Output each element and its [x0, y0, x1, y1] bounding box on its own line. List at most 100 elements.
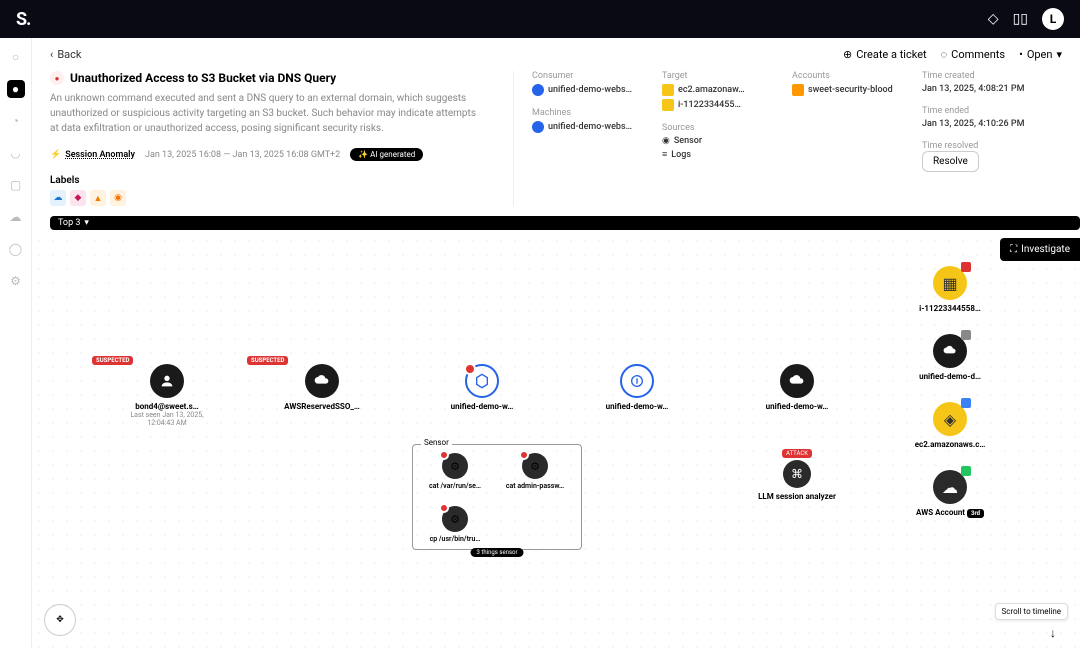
mini-icon: [961, 330, 971, 340]
consumer-label: Consumer: [532, 71, 642, 81]
sidebar-cloud-icon[interactable]: ☁: [7, 208, 25, 226]
graph-node-llm[interactable]: ATTACK ⌘ LLM session analyzer: [752, 449, 842, 501]
expand-icon: ⛶: [1010, 244, 1017, 255]
sidebar-issues-icon[interactable]: ●: [7, 80, 25, 98]
avatar[interactable]: L: [1042, 8, 1064, 30]
investigate-button[interactable]: ⛶ Investigate: [1000, 238, 1080, 261]
scroll-down-icon[interactable]: ↓: [1050, 626, 1056, 640]
sensor-footer-pill[interactable]: 3 things sensor: [471, 548, 524, 557]
label-icon-4[interactable]: ◉: [110, 190, 126, 206]
graph-canvas[interactable]: ⛶ Investigate SUSPECTED bond4@sweet.s…: [32, 234, 1080, 648]
sensor-cmd-label: cat /var/run/se…: [429, 482, 481, 490]
accounts-value[interactable]: sweet-security-blood: [792, 84, 902, 96]
machines-value[interactable]: unified-demo-webs…: [532, 121, 642, 133]
create-ticket-label: Create a ticket: [856, 48, 926, 61]
alert-dot-icon: [439, 503, 449, 513]
graph-node-pod[interactable]: unified-demo-d…: [905, 334, 995, 381]
comments-button[interactable]: ◌ Comments: [941, 48, 1005, 61]
label-icon-3[interactable]: ▲: [90, 190, 106, 206]
label-icon-1[interactable]: ☁: [50, 190, 66, 206]
user-icon: [150, 364, 184, 398]
sidebar-shield-icon[interactable]: ◔: [7, 112, 25, 130]
ai-generated-pill: ✨ AI generated: [350, 148, 423, 161]
issue-summary: ● Unauthorized Access to S3 Bucket via D…: [50, 71, 495, 206]
graph-node-svc2[interactable]: unified-demo-w…: [592, 364, 682, 411]
alert-dot-icon: [439, 450, 449, 460]
sensor-cmd-label: cp /usr/bin/tru…: [430, 535, 481, 543]
sensor-cmd-label: cat admin-passw…: [506, 482, 564, 490]
cloud-icon: [933, 334, 967, 368]
ec2-icon: ◈: [933, 402, 967, 436]
comment-icon: ◌: [941, 48, 948, 61]
gear-icon: ⚙: [522, 453, 548, 479]
sidebar-settings-icon[interactable]: ⚙: [7, 272, 25, 290]
label-icon-2[interactable]: ◆: [70, 190, 86, 206]
cube-icon: [532, 121, 544, 133]
info-panel: Consumer unified-demo-webs… Machines uni…: [513, 71, 1062, 206]
alert-mini-icon: [961, 262, 971, 272]
back-button[interactable]: ‹ Back: [50, 48, 81, 61]
gear-icon: ⚙: [442, 506, 468, 532]
graph-node-account[interactable]: ☁ AWS Account3rd: [905, 470, 995, 518]
status-dropdown[interactable]: • Open ▾: [1019, 48, 1062, 61]
sources-value-2: ≡Logs: [662, 149, 772, 160]
node-label: AWS Account3rd: [916, 508, 984, 518]
flame-icon[interactable]: ◇: [988, 11, 999, 27]
cube-icon: [532, 84, 544, 96]
graph-node-role[interactable]: SUSPECTED AWSReservedSSO_…: [277, 364, 367, 411]
time-created-label: Time created: [922, 71, 1062, 81]
sensor-node-1[interactable]: ⚙ cat /var/run/se…: [423, 453, 487, 490]
issue-description: An unknown command executed and sent a D…: [50, 91, 480, 136]
labels-title: Labels: [50, 175, 495, 186]
graph-node-svc1[interactable]: unified-demo-w…: [437, 364, 527, 411]
resolve-button[interactable]: Resolve: [922, 151, 979, 172]
header-actions: ⊕ Create a ticket ◌ Comments • Open ▾: [843, 48, 1062, 61]
sidebar-thumbs-icon[interactable]: ◡: [7, 144, 25, 162]
logo: S.: [16, 9, 30, 30]
aws-account-icon: ☁: [933, 470, 967, 504]
topbar-actions: ◇ ▯▯ L: [988, 8, 1064, 30]
sensor-node-2[interactable]: ⚙ cat admin-passw…: [503, 453, 567, 490]
sources-label: Sources: [662, 123, 772, 133]
third-party-pill: 3rd: [967, 509, 984, 518]
gear-icon: ⚙: [442, 453, 468, 479]
logs-icon: ≡: [662, 149, 667, 160]
circle-icon: [620, 364, 654, 398]
anomaly-badge[interactable]: ⚡ Session Anomaly: [50, 150, 135, 160]
instance-icon: ▦: [933, 266, 967, 300]
top-filter-pill[interactable]: Top 3 ▾: [50, 216, 1080, 230]
brain-icon: ⌘: [783, 460, 811, 488]
investigate-label: Investigate: [1021, 244, 1070, 255]
scroll-hint[interactable]: Scroll to timeline: [995, 603, 1068, 620]
node-label: AWSReservedSSO_…: [284, 402, 360, 411]
time-ended-label: Time ended: [922, 106, 1062, 116]
create-ticket-button[interactable]: ⊕ Create a ticket: [843, 48, 927, 61]
alert-dot-icon: [519, 450, 529, 460]
anomaly-icon: ⚡: [50, 150, 61, 160]
graph-node-ec2[interactable]: ◈ ec2.amazonaws.c…: [905, 402, 995, 449]
consumer-value[interactable]: unified-demo-webs…: [532, 84, 642, 96]
target-value-2[interactable]: i-1122334455…: [662, 99, 772, 111]
sidebar-users-icon[interactable]: ◯: [7, 240, 25, 258]
book-icon[interactable]: ▯▯: [1013, 11, 1028, 27]
chevron-left-icon: ‹: [50, 48, 53, 61]
topbar: S. ◇ ▯▯ L: [0, 0, 1080, 38]
node-sublabel: Last seen Jan 13, 2025, 12:04:43 AM: [122, 411, 212, 427]
pan-compass[interactable]: ✥: [44, 604, 76, 636]
graph-node-svc3[interactable]: unified-demo-w…: [752, 364, 842, 411]
status-label: Open: [1027, 48, 1053, 61]
label-icons: ☁ ◆ ▲ ◉: [50, 190, 495, 206]
graph-node-user[interactable]: SUSPECTED bond4@sweet.s… Last seen Jan 1…: [122, 364, 212, 427]
node-label: unified-demo-w…: [451, 402, 514, 411]
time-resolved-label: Time resolved: [922, 141, 1062, 151]
node-label: i-11223344558…: [919, 304, 981, 313]
cloud-icon: [780, 364, 814, 398]
sensor-title: Sensor: [421, 438, 452, 447]
sensor-node-3[interactable]: ⚙ cp /usr/bin/tru…: [423, 506, 487, 543]
sidebar-home-icon[interactable]: ○: [7, 48, 25, 66]
sensor-group: Sensor ⚙ cat /var/run/se… ⚙ cat admin-pa…: [412, 444, 582, 550]
graph-node-instance[interactable]: ▦ i-11223344558…: [905, 266, 995, 313]
sidebar-box-icon[interactable]: ▢: [7, 176, 25, 194]
target-value-1[interactable]: ec2.amazonaw…: [662, 84, 772, 96]
suspected-tag: SUSPECTED: [247, 356, 288, 365]
